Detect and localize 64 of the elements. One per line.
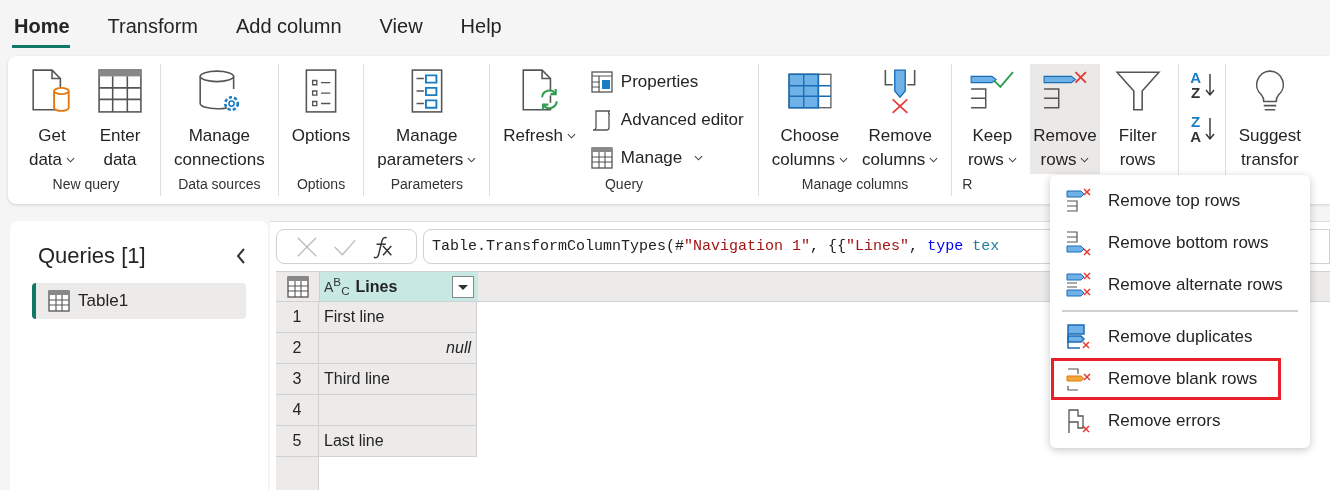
row-number: 3 (276, 364, 319, 395)
ribbon-button[interactable]: Filter rows (1107, 64, 1168, 174)
ribbon-button[interactable]: Remove columns (859, 64, 942, 174)
ribbon-button[interactable]: Keep rows (962, 64, 1023, 174)
table-icon (48, 290, 70, 312)
ribbon-button[interactable]: Get data (22, 64, 82, 174)
column-header[interactable]: A$^{B}$$_{C}$ Lines (320, 272, 478, 301)
row-number: 1 (276, 302, 319, 333)
ribbon-tab[interactable]: View (377, 0, 441, 48)
ribbon-button[interactable]: Choose columns (768, 64, 852, 174)
panel-title: Queries [1] (38, 243, 146, 269)
remove-alternate-rows-icon (1066, 272, 1092, 298)
ribbon-tab[interactable]: Help (458, 0, 520, 48)
arrow-down-icon (1204, 73, 1215, 97)
ribbon-button[interactable]: Enter data (90, 64, 150, 174)
ribbon-tab[interactable]: Transform (105, 0, 216, 48)
ribbon-button[interactable]: Suggest transfor (1235, 64, 1305, 174)
ribbon-small-button[interactable]: Advanced editor (586, 104, 748, 136)
table-cell: First line (319, 302, 477, 333)
row-number: 5 (276, 426, 319, 457)
scroll-icon (590, 109, 613, 131)
group-label: Manage columns (801, 175, 909, 194)
ribbon-button[interactable]: Manage connections (171, 64, 268, 174)
table-cell: null (319, 333, 477, 364)
sort-button[interactable]: Z A (1188, 112, 1215, 146)
ribbon-button[interactable]: Options (288, 64, 354, 174)
group-label: R (962, 175, 973, 194)
ribbon-small-button[interactable]: Manage (586, 142, 748, 174)
group-label: Query (604, 175, 644, 194)
group-label: Options (296, 175, 346, 194)
group-label: New query (52, 175, 120, 194)
collapse-icon[interactable] (236, 248, 246, 264)
ribbon-tab[interactable]: Add column (233, 0, 360, 48)
menu-item[interactable]: Remove blank rows (1051, 358, 1281, 400)
table-cell: Third line (319, 364, 477, 395)
menu-item[interactable]: Remove alternate rows (1051, 264, 1281, 306)
ribbon-button[interactable]: Remove rows (1030, 64, 1100, 174)
remove-duplicates-icon (1066, 324, 1092, 350)
menu-item[interactable]: Remove top rows (1051, 180, 1281, 222)
table-icon (286, 275, 309, 298)
menu-item[interactable]: Remove errors (1051, 400, 1281, 442)
row-number: 4 (276, 395, 319, 426)
flag-remove-icon (1066, 408, 1092, 434)
table-properties-icon (590, 71, 613, 93)
sort-button[interactable]: A Z (1188, 68, 1215, 102)
ribbon-tab[interactable]: Home (12, 0, 70, 48)
remove-top-rows-icon (1066, 188, 1092, 214)
ribbon-small-button[interactable]: Properties (586, 66, 748, 98)
ribbon-button[interactable]: Manage parameters (374, 64, 480, 174)
dropdown-icon[interactable] (452, 275, 474, 298)
filter-icon (1114, 68, 1161, 114)
arrow-down-icon (1204, 117, 1215, 141)
remove-blank-rows-icon (1066, 366, 1092, 392)
group-label: Parameters (390, 175, 463, 194)
table-grid-icon (590, 147, 613, 169)
remove-bottom-rows-icon (1066, 230, 1092, 256)
group-label: Data sources (178, 175, 261, 194)
table-cell: Last line (319, 426, 477, 457)
ribbon-button[interactable]: Refresh (500, 64, 579, 174)
table-grid-icon (97, 68, 143, 114)
query-item[interactable]: Table1 (32, 283, 246, 319)
row-number: 2 (276, 333, 319, 364)
function-icon[interactable] (371, 234, 395, 259)
menu-item[interactable]: Remove duplicates (1051, 316, 1281, 358)
